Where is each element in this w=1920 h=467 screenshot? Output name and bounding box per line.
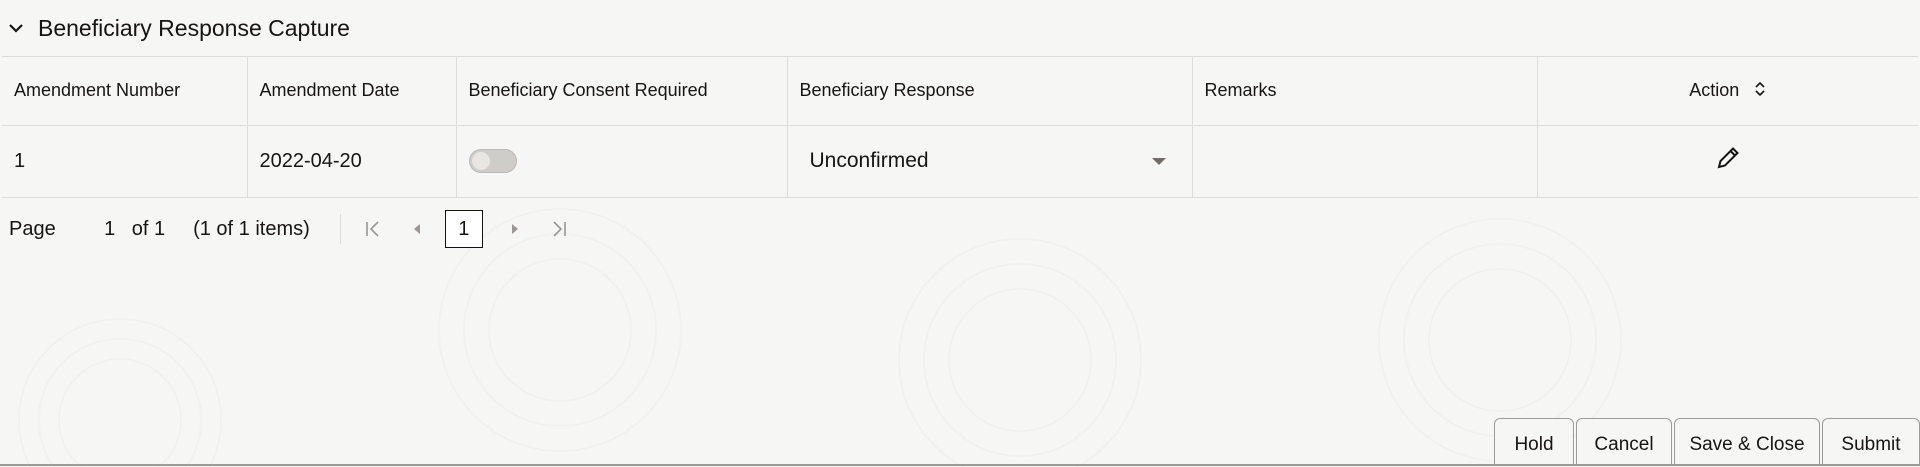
response-grid: Amendment Number Amendment Date Benefici… [2,56,1918,198]
cell-amendment-date: 2022-04-20 [247,125,457,197]
col-action-label: Action [1689,79,1740,100]
edit-pencil-icon[interactable] [1714,147,1742,177]
first-page-icon[interactable] [361,217,385,241]
beneficiary-response-value: Unconfirmed [809,149,929,173]
pagination-bar: Page 1 of 1 (1 of 1 items) 1 [2,205,571,253]
section-header[interactable]: Beneficiary Response Capture [0,0,1920,56]
save-close-button[interactable]: Save & Close [1674,418,1820,466]
sort-icon[interactable] [1754,81,1766,102]
section-title: Beneficiary Response Capture [38,14,350,41]
cell-action [1537,125,1918,197]
col-remarks: Remarks [1192,57,1538,126]
cell-remarks[interactable] [1192,125,1538,197]
items-summary: (1 of 1 items) [193,217,310,240]
grid-header-row: Amendment Number Amendment Date Benefici… [2,57,1918,126]
page-number-button[interactable]: 1 [444,210,483,248]
previous-page-icon[interactable] [405,217,429,241]
page-of-label: of 1 [131,217,166,240]
col-action[interactable]: Action [1537,57,1918,126]
col-consent-required: Beneficiary Consent Required [456,57,788,126]
consent-toggle[interactable] [468,149,517,174]
beneficiary-response-select[interactable]: Unconfirmed [800,141,1180,181]
chevron-down-icon[interactable] [8,20,24,36]
dropdown-caret-icon [1151,157,1166,165]
last-page-icon[interactable] [547,217,571,241]
cell-consent-required [456,125,788,197]
bottom-divider [0,464,1920,466]
col-amendment-date: Amendment Date [247,57,457,126]
hold-button[interactable]: Hold [1494,418,1574,466]
submit-button[interactable]: Submit [1822,418,1920,466]
page-label: Page [9,217,56,240]
col-beneficiary-response: Beneficiary Response [787,57,1193,126]
pager-divider [339,214,341,244]
footer-actions: Hold Cancel Save & Close Submit [1492,418,1920,466]
cell-amendment-number: 1 [2,125,248,197]
col-amendment-number: Amendment Number [2,57,248,126]
toggle-knob [471,152,490,171]
next-page-icon[interactable] [503,217,527,241]
cancel-button[interactable]: Cancel [1576,418,1672,466]
page-input[interactable]: 1 [100,218,120,241]
cell-beneficiary-response: Unconfirmed [787,125,1193,197]
table-row[interactable]: 1 2022-04-20 Unconfirmed [2,125,1918,197]
